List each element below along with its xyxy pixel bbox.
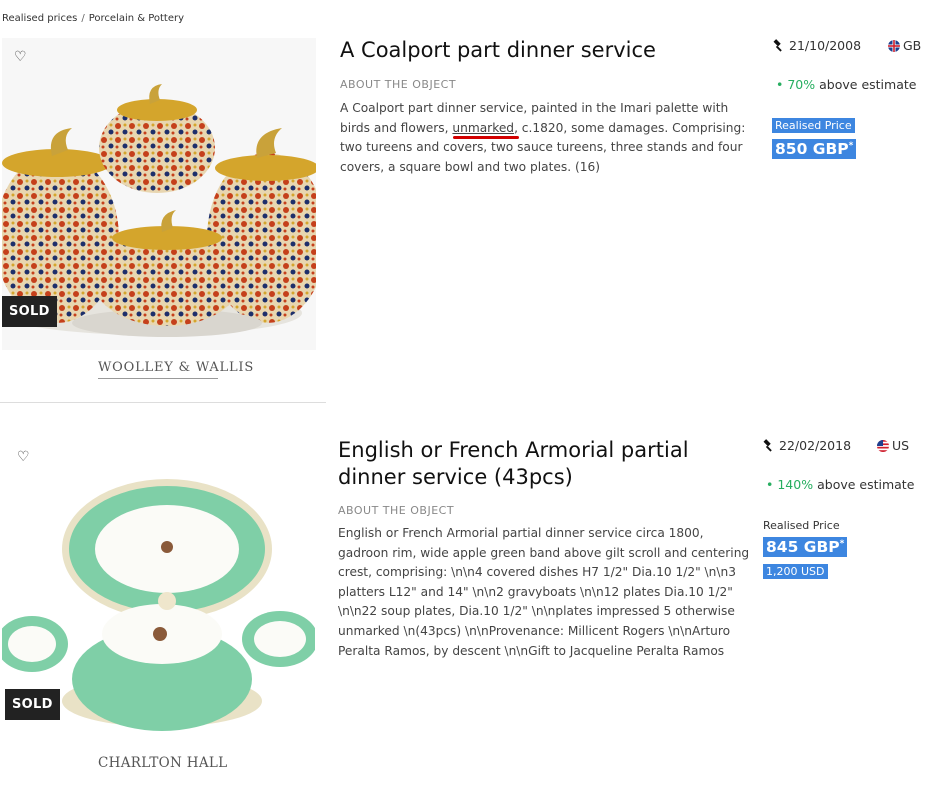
about-heading: ABOUT THE OBJECT bbox=[340, 78, 457, 91]
above-estimate-label: above estimate bbox=[817, 477, 915, 492]
realised-price-value: 850 GBP bbox=[775, 140, 849, 158]
listing-card: ♡ SOLD WOOLLEY & WALLIS A Coalport part … bbox=[0, 0, 931, 405]
auctioneer-logo-rule bbox=[98, 378, 218, 379]
realised-price-label: Realised Price bbox=[763, 519, 840, 532]
sale-country: US bbox=[877, 438, 909, 453]
realised-price: 850 GBP* bbox=[772, 139, 857, 159]
sold-badge: SOLD bbox=[5, 689, 60, 720]
sale-country: GB bbox=[888, 38, 921, 53]
realised-price: 845 GBP* bbox=[763, 537, 848, 557]
above-estimate: • 70% above estimate bbox=[776, 77, 916, 92]
favorite-heart-icon[interactable]: ♡ bbox=[17, 449, 30, 465]
country-code: US bbox=[892, 438, 910, 453]
price-footnote-mark: * bbox=[839, 538, 845, 549]
uk-flag-icon bbox=[888, 40, 900, 52]
auctioneer-logo: WOOLLEY & WALLIS bbox=[98, 360, 255, 375]
bullet-dot-icon: • bbox=[776, 77, 788, 92]
us-flag-icon bbox=[877, 440, 889, 452]
lot-image[interactable]: ♡ SOLD bbox=[2, 439, 315, 739]
sale-date: 21/10/2008 bbox=[772, 38, 861, 53]
gavel-icon bbox=[773, 39, 782, 52]
country-code: GB bbox=[903, 38, 922, 53]
above-estimate-percent: 140% bbox=[777, 477, 814, 492]
auctioneer-logo: CHARLTON HALL bbox=[98, 755, 228, 771]
sale-date: 22/02/2018 bbox=[762, 438, 851, 453]
sold-badge: SOLD bbox=[2, 296, 57, 327]
realised-price-value: 845 GBP bbox=[766, 538, 840, 556]
favorite-heart-icon[interactable]: ♡ bbox=[14, 49, 27, 65]
listing-divider bbox=[0, 402, 326, 403]
bullet-dot-icon: • bbox=[766, 477, 778, 492]
secondary-price: 1,200 USD bbox=[763, 564, 828, 579]
listing-card: ♡ SOLD CHARLTON HALL English or French A… bbox=[0, 405, 931, 812]
price-footnote-mark: * bbox=[848, 140, 854, 151]
lot-description: A Coalport part dinner service, painted … bbox=[340, 99, 752, 177]
realised-price-label: Realised Price bbox=[772, 118, 855, 133]
lot-description: English or French Armorial partial dinne… bbox=[338, 526, 750, 658]
above-estimate-percent: 70% bbox=[787, 77, 816, 92]
sale-date-text: 21/10/2008 bbox=[789, 38, 862, 53]
description-marked-word: unmarked bbox=[452, 120, 515, 135]
gavel-icon bbox=[763, 439, 772, 452]
lot-title[interactable]: A Coalport part dinner service bbox=[340, 37, 740, 64]
lot-title[interactable]: English or French Armorial partial dinne… bbox=[338, 437, 738, 491]
sale-date-text: 22/02/2018 bbox=[779, 438, 852, 453]
lot-image[interactable]: ♡ SOLD bbox=[2, 38, 316, 350]
above-estimate: • 140% above estimate bbox=[766, 477, 914, 492]
above-estimate-label: above estimate bbox=[819, 77, 917, 92]
about-heading: ABOUT THE OBJECT bbox=[338, 504, 455, 517]
annotation-underline bbox=[453, 136, 519, 139]
